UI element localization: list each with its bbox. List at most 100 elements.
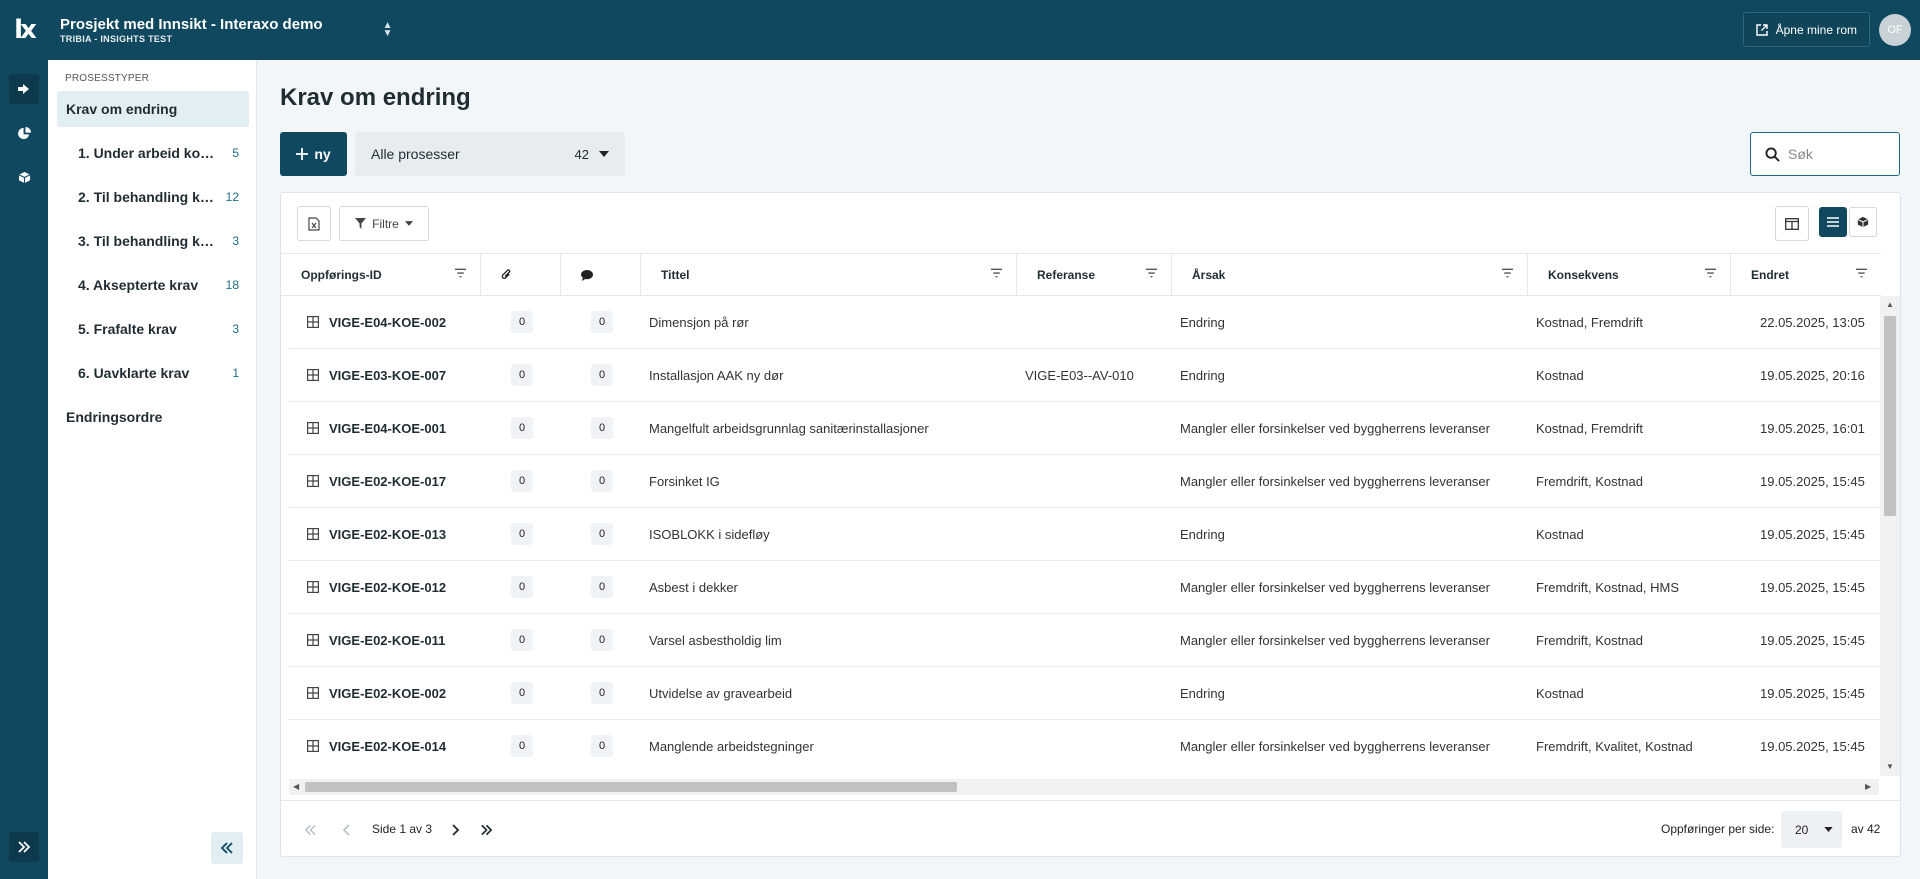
row-id-cell[interactable]: VIGE-E02-KOE-011: [307, 614, 487, 666]
column-filter-icon[interactable]: [1856, 268, 1867, 278]
process-select[interactable]: Alle prosesser 42: [355, 132, 625, 176]
row-id-cell[interactable]: VIGE-E02-KOE-012: [307, 561, 487, 613]
sidebar-item-frafalte[interactable]: 5. Frafalte krav 3: [57, 311, 249, 347]
table-row[interactable]: VIGE-E03-KOE-007 0 0 Installasjon AAK ny dø…: [289, 349, 1879, 402]
sidebar-item-aksepterte[interactable]: 4. Aksepterte krav 18: [57, 267, 249, 303]
sidebar-item-endringsordre[interactable]: Endringsordre: [57, 399, 249, 435]
first-page-button[interactable]: [297, 817, 323, 843]
sidebar-item-under-arbeid[interactable]: 1. Under arbeid kontraktør 5: [57, 135, 249, 171]
last-page-button[interactable]: [473, 817, 499, 843]
row-id-cell[interactable]: VIGE-E04-KOE-001: [307, 402, 487, 454]
search-input[interactable]: [1788, 146, 1888, 162]
cause-cell: Endring: [1180, 367, 1225, 383]
vertical-scrollbar[interactable]: ▲ ▼: [1880, 296, 1900, 776]
grid-icon: [307, 528, 319, 540]
comments-cell: 0: [591, 561, 631, 613]
row-id[interactable]: VIGE-E02-KOE-013: [329, 527, 446, 542]
next-page-button[interactable]: [443, 817, 469, 843]
per-page-select[interactable]: 20: [1781, 811, 1842, 848]
column-header-consequence[interactable]: Konsekvens: [1528, 254, 1731, 296]
comments-cell: 0: [591, 402, 631, 454]
table-row[interactable]: VIGE-E02-KOE-002 0 0 Utvidelse av gravearbe…: [289, 667, 1879, 720]
row-id[interactable]: VIGE-E02-KOE-014: [329, 739, 446, 754]
column-filter-icon[interactable]: [455, 268, 466, 278]
row-id-cell[interactable]: VIGE-E03-KOE-007: [307, 349, 487, 401]
row-id[interactable]: VIGE-E02-KOE-012: [329, 580, 446, 595]
grid-icon: [307, 687, 319, 699]
column-header-title[interactable]: Tittel: [641, 254, 1017, 296]
model-cube-icon[interactable]: [9, 162, 39, 192]
sidebar-item-til-behandling-2[interactable]: 2. Til behandling kontraktør 12: [57, 179, 249, 215]
processes-nav-icon[interactable]: [9, 74, 39, 104]
row-id[interactable]: VIGE-E02-KOE-017: [329, 474, 446, 489]
row-id-cell[interactable]: VIGE-E02-KOE-014: [307, 720, 487, 766]
column-filter-icon[interactable]: [1146, 268, 1157, 278]
user-avatar[interactable]: OF: [1879, 14, 1911, 46]
scroll-up-icon[interactable]: ▲: [1886, 300, 1894, 309]
table-row[interactable]: VIGE-E02-KOE-017 0 0 Forsinket IG Mangler el…: [289, 455, 1879, 508]
previous-page-button[interactable]: [333, 817, 359, 843]
row-id[interactable]: VIGE-E02-KOE-011: [329, 633, 445, 648]
vertical-scroll-thumb[interactable]: [1884, 316, 1896, 516]
project-switch-icon[interactable]: ▲ ▼: [383, 21, 393, 39]
sidebar-item-label: 1. Under arbeid kontraktør: [78, 145, 218, 161]
table-row[interactable]: VIGE-E02-KOE-012 0 0 Asbest i dekker Mangler…: [289, 561, 1879, 614]
column-filter-icon[interactable]: [1502, 268, 1513, 278]
table-row[interactable]: VIGE-E04-KOE-002 0 0 Dimensjon på rør Endrin…: [289, 296, 1879, 349]
columns-toggle-button[interactable]: [1775, 206, 1809, 241]
export-excel-button[interactable]: [297, 206, 331, 241]
title-cell: Forsinket IG: [649, 473, 720, 489]
row-id[interactable]: VIGE-E04-KOE-002: [329, 315, 446, 330]
sidebar-item-label: 2. Til behandling kontraktør: [78, 189, 218, 205]
project-info[interactable]: Prosjekt med Innsikt - Interaxo demo TRI…: [60, 16, 323, 45]
row-id-cell[interactable]: VIGE-E04-KOE-002: [307, 296, 487, 348]
cause-cell: Endring: [1180, 526, 1225, 542]
open-rooms-button[interactable]: Åpne mine rom: [1742, 12, 1870, 47]
column-header-changed[interactable]: Endret: [1731, 254, 1881, 296]
horizontal-scrollbar[interactable]: ◀ ▶: [289, 779, 1879, 795]
table-row[interactable]: VIGE-E02-KOE-013 0 0 ISOBLOKK i sidefløy End…: [289, 508, 1879, 561]
row-id[interactable]: VIGE-E04-KOE-001: [329, 421, 446, 436]
comments-cell: 0: [591, 614, 631, 666]
comments-cell: 0: [591, 720, 631, 766]
search-box[interactable]: [1750, 132, 1900, 176]
row-id-cell[interactable]: VIGE-E02-KOE-002: [307, 667, 487, 719]
column-header-id[interactable]: Oppførings-ID: [281, 254, 481, 296]
model-view-button[interactable]: [1849, 207, 1877, 237]
scroll-left-icon[interactable]: ◀: [293, 782, 299, 791]
attachments-count: 0: [511, 311, 533, 333]
row-id[interactable]: VIGE-E03-KOE-007: [329, 368, 446, 383]
total-count: av 42: [1851, 822, 1881, 836]
sidebar-item-uavklarte[interactable]: 6. Uavklarte krav 1: [57, 355, 249, 391]
sidebar-item-til-behandling-3[interactable]: 3. Til behandling kontraktør 3: [57, 223, 249, 259]
scroll-right-icon[interactable]: ▶: [1865, 782, 1871, 791]
collapse-sidebar-button[interactable]: [211, 832, 243, 864]
new-item-button[interactable]: ny: [280, 132, 347, 176]
table-row[interactable]: VIGE-E04-KOE-001 0 0 Mangelfult arbeidsgrun…: [289, 402, 1879, 455]
row-id-cell[interactable]: VIGE-E02-KOE-013: [307, 508, 487, 560]
column-header-reference[interactable]: Referanse: [1017, 254, 1172, 296]
row-id-cell[interactable]: VIGE-E02-KOE-017: [307, 455, 487, 507]
insights-pie-icon[interactable]: [9, 118, 39, 148]
column-filter-icon[interactable]: [1705, 268, 1716, 278]
column-header-cause[interactable]: Årsak: [1172, 254, 1528, 296]
column-header-comments[interactable]: [561, 254, 641, 296]
cause-cell: Mangler eller forsinkelser ved byggherre…: [1180, 632, 1490, 648]
column-filter-icon[interactable]: [991, 268, 1002, 278]
app-logo[interactable]: lx: [0, 0, 48, 60]
funnel-icon: [355, 218, 367, 229]
scroll-down-icon[interactable]: ▼: [1886, 762, 1894, 771]
attachments-count: 0: [511, 364, 533, 386]
expand-menu-icon[interactable]: [9, 832, 39, 862]
reference-cell: [1025, 561, 1175, 613]
horizontal-scroll-thumb[interactable]: [305, 782, 957, 792]
sidebar-item-krav-om-endring[interactable]: Krav om endring: [57, 91, 249, 127]
table-row[interactable]: VIGE-E02-KOE-014 0 0 Manglende arbeidstegni…: [289, 720, 1879, 766]
row-id[interactable]: VIGE-E02-KOE-002: [329, 686, 446, 701]
table-body: VIGE-E04-KOE-002 0 0 Dimensjon på rør Endrin…: [281, 296, 1879, 766]
table-row[interactable]: VIGE-E02-KOE-011 0 0 Varsel asbestholdig li…: [289, 614, 1879, 667]
filter-button[interactable]: Filtre: [339, 206, 429, 241]
column-header-attachments[interactable]: [481, 254, 561, 296]
grid-icon: [307, 369, 319, 381]
list-view-button[interactable]: [1819, 207, 1847, 237]
